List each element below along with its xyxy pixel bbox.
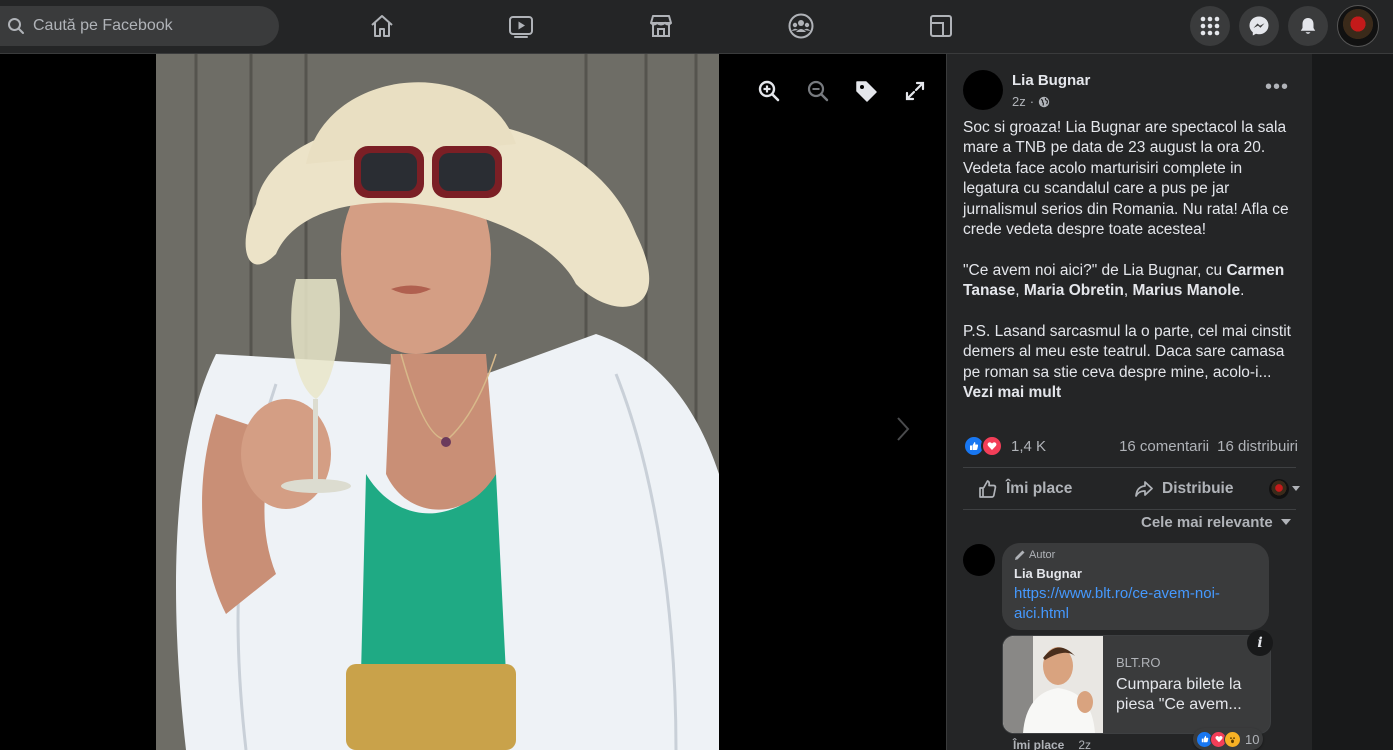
comment-like-button[interactable]: Îmi place (1013, 738, 1064, 750)
grid-icon (1200, 16, 1220, 36)
post-time[interactable]: 2z (1012, 94, 1026, 109)
comment-count[interactable]: 16 comentarii (1119, 438, 1209, 455)
divider (963, 509, 1296, 510)
comment-sort-dropdown[interactable]: Cele mai relevante (1141, 514, 1291, 531)
next-photo-arrow[interactable] (895, 416, 911, 447)
comment-actions: Îmi place 2z (1013, 738, 1091, 750)
comment-bubble: Autor Lia Bugnar https://www.blt.ro/ce-a… (1002, 543, 1269, 630)
globe-icon (1038, 96, 1050, 107)
tag-photo-button[interactable] (851, 76, 881, 106)
marketplace-icon[interactable] (644, 10, 678, 42)
small-profile-avatar (1269, 479, 1289, 499)
zoom-out-button[interactable] (803, 76, 833, 106)
search-input[interactable] (31, 16, 255, 36)
post-side-panel: Lia Bugnar 2z · ••• Soc si groaza! Lia B… (946, 54, 1313, 750)
link-preview-image (1003, 636, 1103, 733)
post-as-selector[interactable] (1269, 476, 1300, 502)
paragraph-end: . (1240, 282, 1245, 300)
wow-reaction-icon (1224, 730, 1241, 748)
zoom-in-icon (758, 80, 780, 102)
post-author[interactable]: Lia Bugnar (1012, 72, 1090, 89)
like-button[interactable]: Îmi place (978, 476, 1072, 502)
search-box[interactable] (0, 6, 279, 46)
post-stats: 16 comentarii 16 distribuiri (1119, 438, 1298, 455)
more-options-button[interactable]: ••• (1265, 76, 1289, 99)
home-icon[interactable] (365, 10, 399, 42)
zoom-in-button[interactable] (754, 76, 784, 106)
link-domain: BLT.RO (1116, 655, 1161, 670)
reaction-count[interactable]: 1,4 K (1011, 438, 1046, 455)
love-reaction-icon (981, 435, 1003, 457)
post-paragraph-1: Soc si groaza! Lia Bugnar are spectacol … (963, 119, 1289, 239)
author-badge-label: Autor (1029, 549, 1056, 561)
separator: , (1015, 282, 1024, 300)
paragraph-2-text: "Ce avem noi aici?" de Lia Bugnar, cu (963, 261, 1227, 279)
messenger-button[interactable] (1239, 6, 1279, 46)
chevron-right-icon (897, 417, 910, 441)
search-icon (8, 18, 24, 34)
caret-down-icon (1280, 519, 1291, 525)
comment-reaction-count: 10 (1245, 731, 1260, 747)
profile-avatar[interactable] (1337, 5, 1379, 47)
groups-icon[interactable] (784, 10, 818, 42)
bell-icon (1300, 18, 1316, 34)
paragraph-3-text: P.S. Lasand sarcasmul la o parte, cel ma… (963, 323, 1291, 381)
see-more-link[interactable]: Vezi mai mult (963, 384, 1061, 401)
caret-down-icon (1292, 486, 1300, 491)
cast-name-3[interactable]: Marius Manole (1132, 282, 1240, 299)
tag-icon (856, 81, 877, 102)
share-icon (1135, 481, 1153, 497)
expand-icon (905, 81, 925, 101)
share-label: Distribuie (1162, 480, 1234, 497)
info-icon[interactable]: i (1247, 630, 1273, 656)
post-paragraph-3: P.S. Lasand sarcasmul la o parte, cel ma… (963, 322, 1298, 404)
menu-grid-button[interactable] (1190, 6, 1230, 46)
author-badge: Autor (1014, 549, 1055, 561)
photo-viewer (0, 54, 946, 750)
like-label: Îmi place (1006, 480, 1073, 497)
sort-label: Cele mai relevante (1141, 514, 1273, 531)
top-navigation-bar (0, 0, 1393, 54)
link-preview-card[interactable]: BLT.RO Cumpara bilete la piesa "Ce avem.… (1002, 635, 1271, 734)
thumbs-up-icon (979, 480, 997, 498)
divider (963, 467, 1296, 468)
comment-author[interactable]: Lia Bugnar (1014, 566, 1082, 581)
fullscreen-button[interactable] (900, 76, 930, 106)
post-photo (156, 54, 719, 750)
share-count[interactable]: 16 distribuiri (1217, 438, 1298, 455)
share-button[interactable]: Distribuie (1134, 476, 1233, 502)
messenger-icon (1249, 16, 1269, 36)
right-gutter (1312, 54, 1393, 750)
comment-reactions[interactable]: 10 (1193, 728, 1264, 750)
reaction-summary: 1,4 K 16 comentarii 16 distribuiri (963, 434, 1298, 458)
post-paragraph-2: "Ce avem noi aici?" de Lia Bugnar, cu Ca… (963, 261, 1298, 302)
post-text: Soc si groaza! Lia Bugnar are spectacol … (963, 118, 1298, 404)
zoom-out-icon (807, 80, 829, 102)
watch-icon[interactable] (504, 10, 538, 42)
cast-name-2[interactable]: Maria Obretin (1024, 282, 1124, 299)
notifications-button[interactable] (1288, 6, 1328, 46)
pencil-icon (1015, 550, 1025, 560)
post-meta: 2z · (1012, 94, 1050, 109)
comment-time[interactable]: 2z (1078, 738, 1091, 750)
comment-link[interactable]: https://www.blt.ro/ce-avem-noi-aici.html (1014, 584, 1259, 624)
gaming-icon[interactable] (924, 10, 958, 42)
author-avatar[interactable] (963, 70, 1003, 110)
link-title: Cumpara bilete la piesa "Ce avem... (1116, 676, 1242, 713)
commenter-avatar[interactable] (963, 544, 995, 576)
